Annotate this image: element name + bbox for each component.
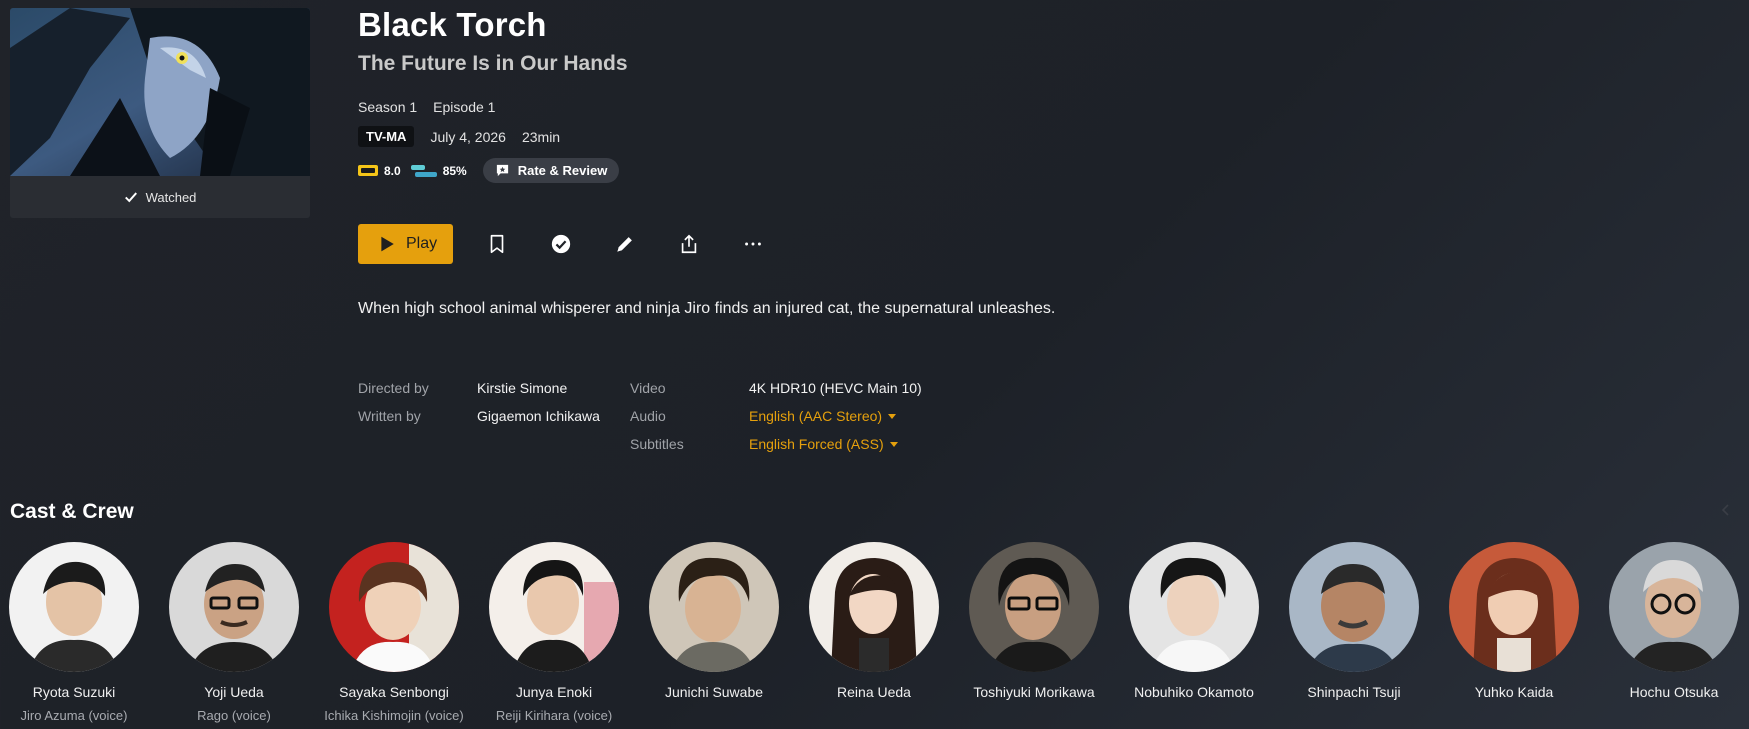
audio-select[interactable]: English (AAC Stereo) <box>749 402 922 430</box>
cast-role: Rago (voice) <box>197 708 271 723</box>
cast-role: Jiro Azuma (voice) <box>20 708 128 723</box>
cast-item[interactable]: Yuhko Kaida <box>1434 542 1594 708</box>
play-button[interactable]: Play <box>358 224 454 264</box>
avatar[interactable] <box>649 542 779 672</box>
avatar[interactable] <box>489 542 619 672</box>
cast-item[interactable]: Junya Enoki Reiji Kirihara (voice) <box>474 542 634 723</box>
avatar[interactable] <box>329 542 459 672</box>
credit-values: Kirstie Simone Gigaemon Ichikawa <box>477 374 600 430</box>
mark-watched-button[interactable] <box>541 224 581 264</box>
cast-name: Shinpachi Tsuji <box>1307 684 1401 700</box>
subtitles-label: Subtitles <box>630 436 684 452</box>
cast-item[interactable]: Yoji Ueda Rago (voice) <box>154 542 314 723</box>
video-value: 4K HDR10 (HEVC Main 10) <box>749 380 922 396</box>
episode-thumbnail[interactable] <box>10 8 310 176</box>
imdb-icon <box>358 165 378 176</box>
scores-row: 8.0 85% Rate & Review <box>358 158 620 183</box>
cast-item[interactable]: Junichi Suwabe <box>634 542 794 708</box>
cast-item[interactable]: Nobuhiko Okamoto <box>1114 542 1274 708</box>
tmdb-icon <box>410 164 437 178</box>
tmdb-score: 85% <box>410 163 467 178</box>
edit-button[interactable] <box>605 224 645 264</box>
check-icon <box>124 192 137 203</box>
check-circle-icon <box>551 234 571 254</box>
episode-thumbnail-card[interactable]: Watched <box>10 8 310 218</box>
cast-name: Reina Ueda <box>837 684 911 700</box>
review-icon <box>496 164 508 177</box>
watched-label: Watched <box>145 189 197 205</box>
audio-value: English (AAC Stereo) <box>749 408 883 424</box>
watchlist-button[interactable] <box>477 224 517 264</box>
writer-link[interactable]: Gigaemon Ichikawa <box>477 402 600 430</box>
avatar[interactable] <box>1289 542 1419 672</box>
imdb-score: 8.0 <box>358 164 401 178</box>
caret-down-icon <box>888 413 897 419</box>
show-title[interactable]: Black Torch <box>358 6 547 44</box>
rate-review-label: Rate & Review <box>517 163 608 178</box>
media-values: 4K HDR10 (HEVC Main 10) English (AAC Ste… <box>749 374 922 458</box>
cast-name: Toshiyuki Morikawa <box>973 684 1095 700</box>
cast-name: Junichi Suwabe <box>664 684 764 700</box>
season-episode-line: Season 1 Episode 1 <box>358 99 495 115</box>
air-date: July 4, 2026 <box>430 128 506 145</box>
season-link[interactable]: Season 1 <box>358 99 417 115</box>
cast-name: Yoji Ueda <box>204 684 264 700</box>
cast-item[interactable]: Toshiyuki Morikawa <box>954 542 1114 708</box>
credit-labels: Directed by Written by <box>358 374 429 430</box>
share-icon <box>681 234 697 254</box>
cast-role: Ichika Kishimojin (voice) <box>324 708 464 723</box>
share-button[interactable] <box>669 224 709 264</box>
chevron-left-icon[interactable] <box>1718 502 1734 518</box>
avatar[interactable] <box>809 542 939 672</box>
watched-indicator: Watched <box>10 176 310 218</box>
content-rating-badge: TV-MA <box>358 126 415 147</box>
action-bar: Play <box>358 224 773 264</box>
avatar[interactable] <box>969 542 1099 672</box>
cast-item[interactable]: Reina Ueda <box>794 542 954 708</box>
episode-meta: TV-MA July 4, 2026 23min <box>358 126 560 147</box>
written-by-label: Written by <box>358 408 421 424</box>
cast-role: Reiji Kirihara (voice) <box>495 708 613 723</box>
cast-item[interactable]: Hochu Otsuka <box>1594 542 1749 708</box>
cast-item[interactable]: Ryota Suzuki Jiro Azuma (voice) <box>0 542 154 723</box>
video-label: Video <box>630 380 666 396</box>
cast-name: Hochu Otsuka <box>1629 684 1719 700</box>
director-link[interactable]: Kirstie Simone <box>477 374 600 402</box>
cast-name: Sayaka Senbongi <box>339 684 449 700</box>
media-labels: Video Audio Subtitles <box>630 374 684 458</box>
pencil-icon <box>617 237 632 252</box>
cast-list: Ryota Suzuki Jiro Azuma (voice) Yoji Ued… <box>0 542 1749 729</box>
bookmark-icon <box>490 234 504 254</box>
cast-item[interactable]: Shinpachi Tsuji <box>1274 542 1434 708</box>
audio-label: Audio <box>630 408 666 424</box>
episode-number: Episode 1 <box>433 99 496 115</box>
avatar[interactable] <box>9 542 139 672</box>
caret-down-icon <box>889 441 898 447</box>
cast-name: Ryota Suzuki <box>32 684 116 700</box>
cast-name: Nobuhiko Okamoto <box>1134 684 1254 700</box>
directed-by-label: Directed by <box>358 380 429 396</box>
episode-title: The Future Is in Our Hands <box>358 52 628 75</box>
cast-name: Junya Enoki <box>515 684 593 700</box>
avatar[interactable] <box>1449 542 1579 672</box>
more-button[interactable] <box>733 224 773 264</box>
play-icon <box>381 236 394 252</box>
tmdb-value: 85% <box>442 163 467 178</box>
rate-review-button[interactable]: Rate & Review <box>482 158 620 183</box>
duration: 23min <box>521 128 561 145</box>
imdb-value: 8.0 <box>384 163 401 178</box>
subtitles-value: English Forced (ASS) <box>749 436 884 452</box>
avatar[interactable] <box>1129 542 1259 672</box>
cast-name: Yuhko Kaida <box>1474 684 1554 700</box>
avatar[interactable] <box>169 542 299 672</box>
episode-summary: When high school animal whisperer and ni… <box>358 300 1056 317</box>
cast-heading: Cast & Crew <box>10 500 134 523</box>
avatar[interactable] <box>1609 542 1739 672</box>
more-icon <box>745 242 762 246</box>
cast-item[interactable]: Sayaka Senbongi Ichika Kishimojin (voice… <box>314 542 474 723</box>
play-label: Play <box>406 235 438 252</box>
subtitles-select[interactable]: English Forced (ASS) <box>749 430 922 458</box>
